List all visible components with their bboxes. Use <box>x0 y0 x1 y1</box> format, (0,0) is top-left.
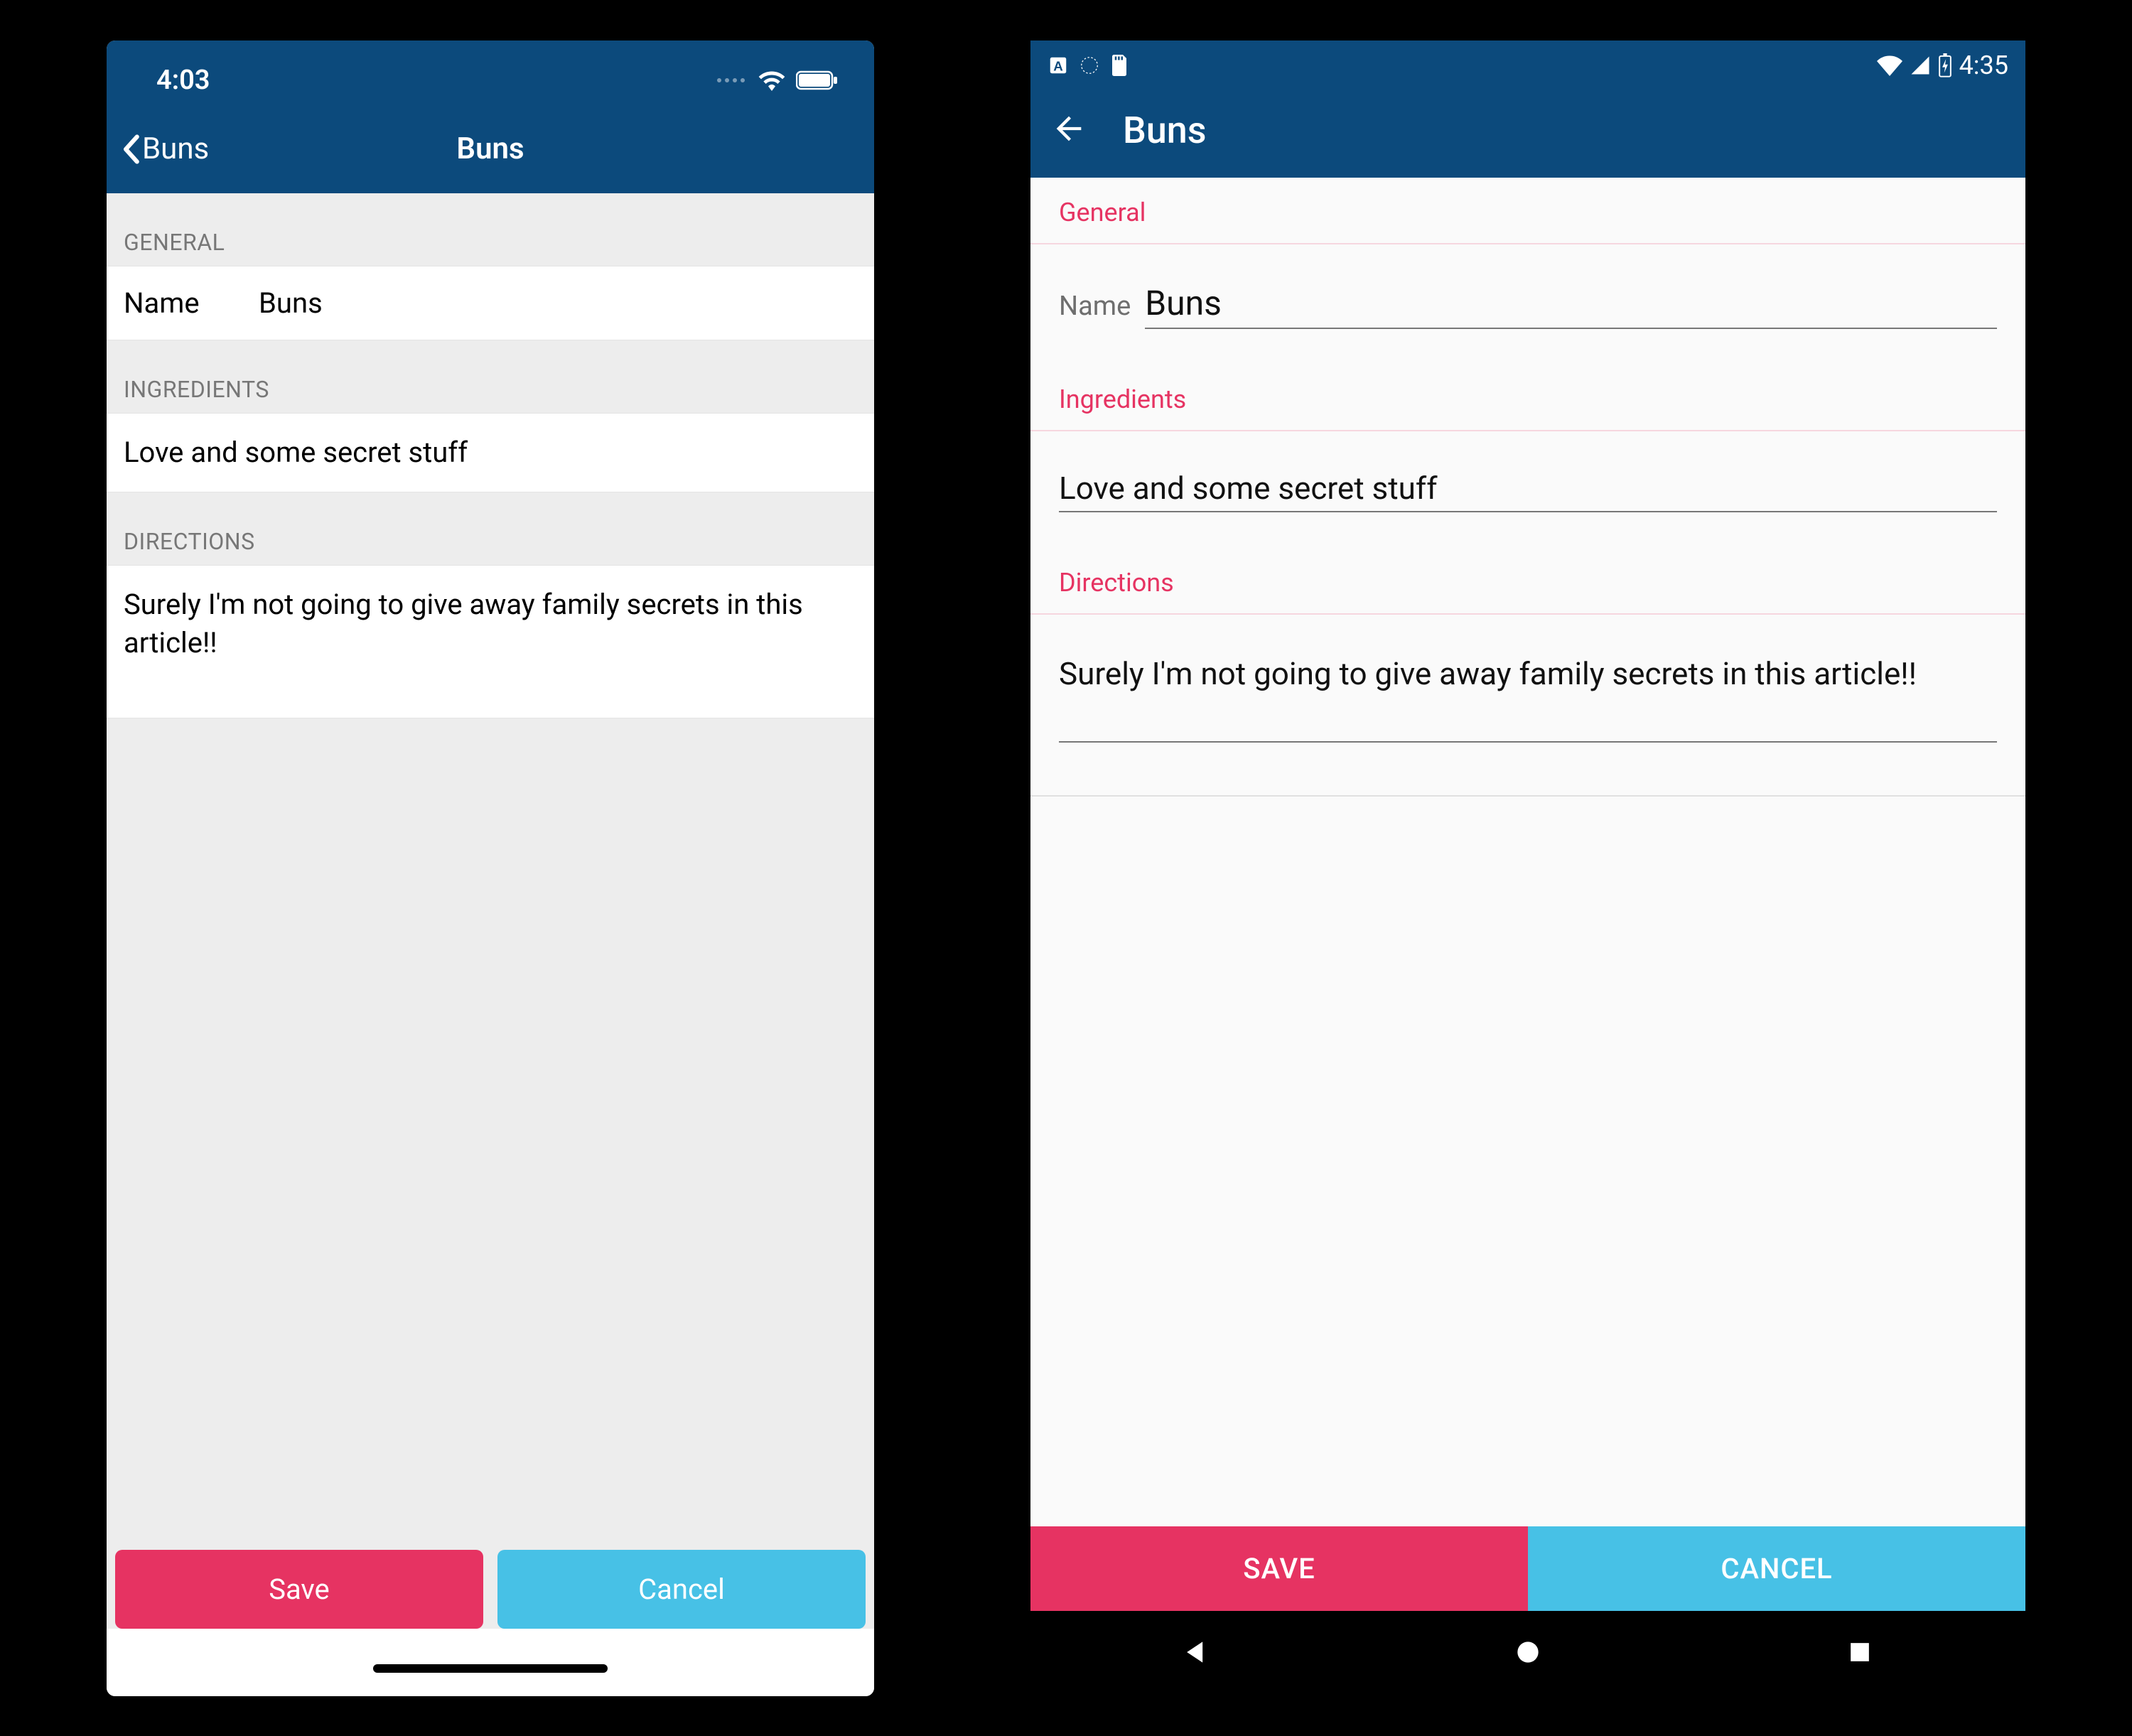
page-title: Buns <box>107 131 874 166</box>
cellular-icon <box>717 78 745 82</box>
directions-block: Surely I'm not going to give away family… <box>1030 615 2025 753</box>
name-input[interactable] <box>1145 279 1997 329</box>
nav-back-button[interactable] <box>1180 1637 1212 1671</box>
ios-content[interactable]: GENERAL Name Buns INGREDIENTS Love and s… <box>107 193 874 1550</box>
section-header-general: General <box>1030 178 2025 244</box>
section-header-directions: Directions <box>1030 548 2025 615</box>
directions-input[interactable]: Surely I'm not going to give away family… <box>1059 649 1997 743</box>
ingredients-text[interactable]: Love and some secret stuff <box>124 433 857 472</box>
android-screen: A 4:35 Buns General Name Ingredients Dir… <box>1030 41 2025 1696</box>
name-label: Name <box>1059 291 1131 322</box>
ios-status-icons <box>717 70 839 91</box>
android-clock: 4:35 <box>1959 50 2008 80</box>
nav-home-button[interactable] <box>1512 1637 1544 1671</box>
ingredients-input[interactable] <box>1059 465 1997 512</box>
save-button[interactable]: SAVE <box>1030 1526 1528 1611</box>
section-header-ingredients: INGREDIENTS <box>107 340 874 413</box>
back-button[interactable] <box>1050 110 1087 150</box>
section-header-ingredients: Ingredients <box>1030 365 2025 431</box>
android-button-bar: SAVE CANCEL <box>1030 1526 2025 1611</box>
ios-nav-bar: Buns Buns <box>107 115 874 193</box>
nav-recent-button[interactable] <box>1844 1637 1875 1671</box>
keyboard-icon: A <box>1048 55 1069 76</box>
ios-home-area <box>107 1629 874 1696</box>
ios-clock: 4:03 <box>156 65 210 96</box>
ingredients-block <box>1030 431 2025 519</box>
android-notification-icons: A <box>1048 55 1129 76</box>
android-system-icons: 4:35 <box>1877 50 2008 80</box>
name-value[interactable]: Buns <box>259 286 323 320</box>
battery-charging-icon <box>1938 53 1952 77</box>
save-button[interactable]: Save <box>115 1550 483 1629</box>
cellular-icon <box>1910 55 1931 76</box>
cancel-button[interactable]: Cancel <box>497 1550 866 1629</box>
name-label: Name <box>124 286 216 320</box>
name-row[interactable]: Name Buns <box>107 266 874 340</box>
wifi-icon <box>1877 55 1902 76</box>
android-content[interactable]: General Name Ingredients Directions Sure… <box>1030 178 2025 1526</box>
page-title: Buns <box>1123 109 1206 152</box>
directions-text[interactable]: Surely I'm not going to give away family… <box>124 586 857 698</box>
sync-icon <box>1079 55 1100 76</box>
wifi-icon <box>758 70 786 91</box>
directions-row[interactable]: Surely I'm not going to give away family… <box>107 565 874 718</box>
cancel-button[interactable]: CANCEL <box>1528 1526 2025 1611</box>
battery-icon <box>796 70 839 90</box>
ios-screen: 4:03 Buns Buns GENERAL Name Buns INGREDI… <box>107 41 874 1696</box>
name-row: Name <box>1030 244 2025 336</box>
android-status-bar: A 4:35 <box>1030 41 2025 90</box>
svg-text:A: A <box>1053 58 1063 73</box>
section-header-general: GENERAL <box>107 193 874 266</box>
divider <box>1030 795 2025 797</box>
android-nav-bar <box>1030 1611 2025 1696</box>
sd-card-icon <box>1110 55 1129 76</box>
ingredients-row[interactable]: Love and some secret stuff <box>107 413 874 492</box>
home-indicator[interactable] <box>373 1664 608 1673</box>
section-header-directions: DIRECTIONS <box>107 492 874 565</box>
android-app-bar: Buns <box>1030 90 2025 178</box>
ios-button-bar: Save Cancel <box>107 1550 874 1629</box>
ios-status-bar: 4:03 <box>107 41 874 115</box>
arrow-left-icon <box>1050 110 1087 147</box>
